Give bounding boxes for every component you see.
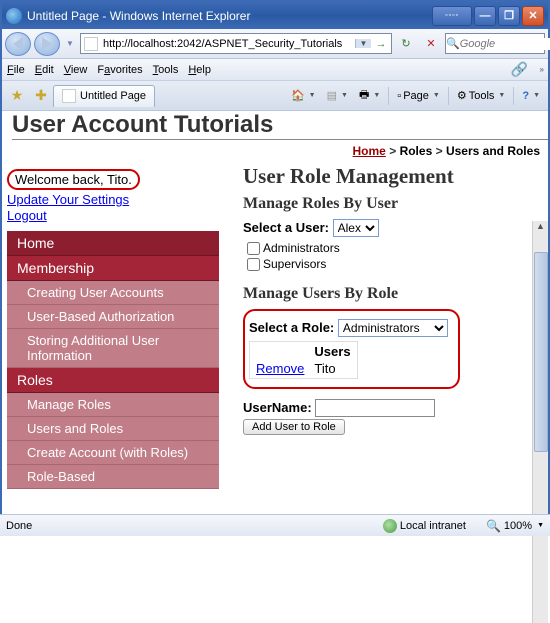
remove-link[interactable]: Remove <box>256 361 304 376</box>
username-label: UserName: <box>243 400 312 415</box>
winbtn-group[interactable]: ▫▫▫▫ <box>432 6 472 26</box>
tab-strip: ★ ✚ Untitled Page 🏠▼ ▤▼ 🖶▼ ▫Page▼ ⚙Tools… <box>2 81 548 111</box>
menu-help[interactable]: Help <box>188 64 211 76</box>
select-role-dropdown[interactable]: Administrators <box>338 319 448 337</box>
nav-dropdown[interactable]: ▼ <box>63 32 77 56</box>
go-button[interactable]: → <box>371 38 391 50</box>
url-dropdown[interactable]: ▼ <box>355 39 371 48</box>
add-favorites-icon[interactable]: ✚ <box>29 87 53 104</box>
page-icon2: ▫ <box>397 90 401 102</box>
feeds-button[interactable]: ▤▼ <box>322 85 353 107</box>
help-icon: ? <box>522 90 529 102</box>
vertical-scrollbar[interactable]: ▲ <box>532 221 548 623</box>
ie-icon <box>6 8 22 24</box>
user-cell: Tito <box>310 361 354 376</box>
scroll-thumb[interactable] <box>534 252 548 452</box>
forward-button[interactable] <box>34 32 60 56</box>
search-box[interactable]: 🔍 <box>445 33 545 54</box>
browser-tab[interactable]: Untitled Page <box>53 85 155 107</box>
close-button[interactable]: ✕ <box>522 6 544 26</box>
username-input[interactable] <box>315 399 435 417</box>
cb-administrators[interactable] <box>247 242 260 255</box>
search-input[interactable] <box>460 38 550 50</box>
update-settings-link[interactable]: Update Your Settings <box>7 192 219 208</box>
menu-file[interactable]: File <box>7 64 25 76</box>
home-icon: 🏠 <box>291 89 305 102</box>
nav-roles[interactable]: Roles <box>7 368 219 393</box>
cb-supervisors[interactable] <box>247 258 260 271</box>
back-button[interactable] <box>5 32 31 56</box>
nav-create-account-roles[interactable]: Create Account (with Roles) <box>7 441 219 465</box>
gear-icon: ⚙ <box>457 89 467 102</box>
breadcrumb: Home > Roles > Users and Roles <box>2 142 548 164</box>
tools-menu-button[interactable]: ⚙Tools▼ <box>452 85 511 107</box>
logout-link[interactable]: Logout <box>7 208 219 224</box>
tab-title: Untitled Page <box>80 90 146 102</box>
status-text: Done <box>6 520 383 532</box>
menu-favorites[interactable]: Favorites <box>97 64 142 76</box>
page-title: User Account Tutorials <box>12 111 548 140</box>
select-role-label: Select a Role: <box>249 320 334 335</box>
welcome-box: Welcome back, Tito. <box>7 169 140 190</box>
welcome-text: Welcome back, Tito. <box>15 172 132 187</box>
window-titlebar: Untitled Page - Windows Internet Explore… <box>2 2 548 29</box>
breadcrumb-roles: Roles <box>400 144 433 158</box>
home-tool-button[interactable]: 🏠▼ <box>286 85 321 107</box>
nav-membership[interactable]: Membership <box>7 256 219 281</box>
menu-bar: File Edit View Favorites Tools Help 🔗 » <box>2 59 548 81</box>
role-highlight-box: Select a Role: Administrators Users Remo… <box>243 309 460 389</box>
favorites-star-icon[interactable]: ★ <box>5 87 29 104</box>
nav-manage-roles[interactable]: Manage Roles <box>7 393 219 417</box>
page-menu-button[interactable]: ▫Page▼ <box>392 85 445 107</box>
select-user-label: Select a User: <box>243 220 329 235</box>
table-row: Remove Tito <box>252 361 355 376</box>
search-icon: 🔍 <box>446 37 460 50</box>
menu-edit[interactable]: Edit <box>35 64 54 76</box>
users-header: Users <box>310 344 354 359</box>
print-icon: 🖶 <box>359 86 369 105</box>
users-in-role-table: Users Remove Tito <box>249 341 358 379</box>
nav-storing-additional-info[interactable]: Storing Additional User Information <box>7 329 219 368</box>
nav-creating-user-accounts[interactable]: Creating User Accounts <box>7 281 219 305</box>
breadcrumb-current: Users and Roles <box>446 144 540 158</box>
menu-overflow[interactable]: » <box>540 65 544 74</box>
globe-icon <box>383 519 397 533</box>
rss-icon: ▤ <box>327 89 337 102</box>
byrole-heading: Manage Users By Role <box>243 285 542 303</box>
stop-button[interactable]: ✕ <box>420 33 442 54</box>
breadcrumb-home[interactable]: Home <box>353 144 386 158</box>
maximize-button[interactable]: ❐ <box>498 6 520 26</box>
nav-menu: Home Membership Creating User Accounts U… <box>7 231 219 489</box>
links-icon[interactable]: 🔗 <box>511 61 528 78</box>
nav-user-based-authorization[interactable]: User-Based Authorization <box>7 305 219 329</box>
print-button[interactable]: 🖶▼ <box>354 85 385 107</box>
main-heading: User Role Management <box>243 164 542 189</box>
minimize-button[interactable]: — <box>474 6 496 26</box>
tab-page-icon <box>62 89 76 103</box>
menu-tools[interactable]: Tools <box>153 64 179 76</box>
status-bar: Done Local intranet 🔍 100% ▼ <box>0 514 550 536</box>
url-input[interactable] <box>101 37 355 51</box>
security-zone[interactable]: Local intranet <box>383 519 466 533</box>
window-title: Untitled Page - Windows Internet Explore… <box>27 9 432 23</box>
page-icon <box>84 37 98 51</box>
help-button[interactable]: ?▼ <box>517 85 545 107</box>
nav-role-based[interactable]: Role-Based <box>7 465 219 489</box>
nav-toolbar: ▼ ▼ → ↻ ✕ 🔍 <box>2 29 548 59</box>
menu-view[interactable]: View <box>64 64 88 76</box>
add-user-button[interactable]: Add User to Role <box>243 419 345 435</box>
zoom-control[interactable]: 🔍 100% ▼ <box>486 519 544 533</box>
zoom-icon: 🔍 <box>486 519 501 533</box>
nav-home[interactable]: Home <box>7 231 219 256</box>
address-bar[interactable]: ▼ → <box>80 33 392 54</box>
nav-users-and-roles[interactable]: Users and Roles <box>7 417 219 441</box>
byuser-heading: Manage Roles By User <box>243 195 542 213</box>
select-user-dropdown[interactable]: Alex <box>333 219 379 237</box>
scroll-up-arrow[interactable]: ▲ <box>533 221 548 236</box>
refresh-button[interactable]: ↻ <box>395 33 417 54</box>
